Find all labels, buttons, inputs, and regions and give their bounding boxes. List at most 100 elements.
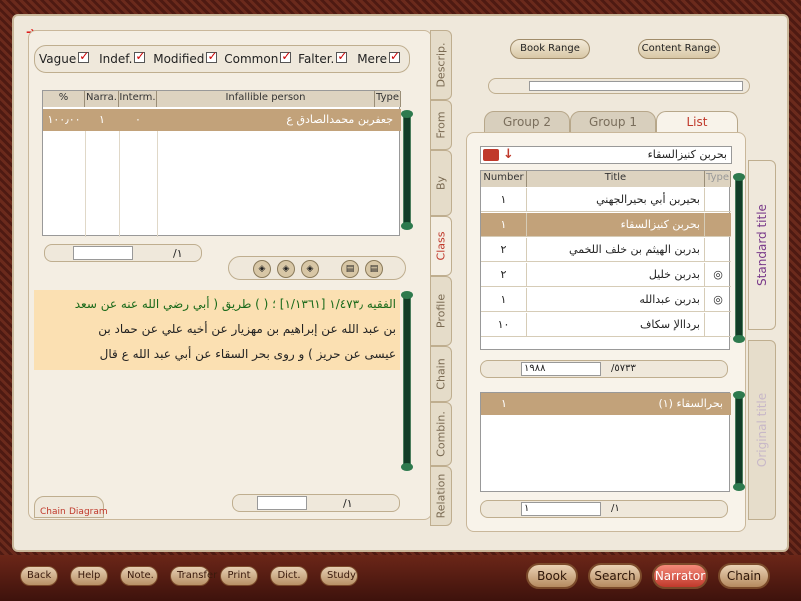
hadith-pager: /١: [232, 494, 400, 512]
title-row[interactable]: ١٠ برداالإ سكاف: [481, 313, 731, 337]
print-button[interactable]: Print: [220, 566, 258, 586]
col-header-title[interactable]: Title: [527, 171, 705, 187]
cell-number: ٢: [481, 238, 527, 262]
original-title: بحرالسقاء (١): [658, 397, 723, 410]
vtab-class[interactable]: Class: [430, 216, 452, 276]
vtab-combin[interactable]: Combin.: [430, 402, 452, 466]
checkbox[interactable]: [389, 49, 400, 63]
title-row[interactable]: ١ بحيربن أبي بحيرالجهني: [481, 188, 731, 212]
col-header-number[interactable]: Number: [481, 171, 527, 187]
tab-group-2[interactable]: Group 2: [484, 111, 570, 133]
tool-icon-3[interactable]: ◈: [301, 260, 319, 278]
title-row[interactable]: ١ بدربن عبدالله ◎: [481, 288, 731, 312]
tool-icon-1[interactable]: ◈: [253, 260, 271, 278]
checkbox[interactable]: [78, 49, 89, 63]
tab-standard-title[interactable]: Standard title: [748, 160, 776, 330]
col-header-type[interactable]: Type: [375, 91, 401, 107]
chain-diagram-tabs: Chain Diagram: [34, 496, 108, 518]
cell-number: ١: [481, 288, 527, 312]
filter-common[interactable]: Common: [224, 49, 291, 66]
checkbox[interactable]: [280, 49, 291, 63]
help-button[interactable]: Help: [70, 566, 108, 586]
col-header-interm[interactable]: Interm.: [119, 91, 157, 107]
cell-type-icon: ◎: [713, 268, 723, 281]
col-header-narra[interactable]: Narra.: [85, 91, 119, 107]
range-slider[interactable]: [488, 78, 750, 94]
chain-button[interactable]: Chain: [718, 563, 770, 589]
cell-number: ٢: [481, 263, 527, 287]
cell-title: برداالإ سكاف: [527, 313, 705, 337]
tab-list[interactable]: List: [656, 111, 738, 133]
hadith-scrollbar[interactable]: [401, 291, 413, 471]
vtab-profile[interactable]: Profile: [430, 276, 452, 346]
filter-modified[interactable]: Modified: [153, 49, 218, 66]
book-range-button[interactable]: Book Range: [510, 39, 590, 59]
cell-type-icon: [705, 238, 731, 262]
cell-number: ١: [481, 213, 527, 237]
filter-falter[interactable]: Falter.: [298, 49, 347, 66]
note-button[interactable]: Note.: [120, 566, 158, 586]
pager-current[interactable]: [73, 246, 133, 260]
filter-indef[interactable]: Indef.: [99, 49, 145, 66]
search-button[interactable]: Search: [588, 563, 642, 589]
checkbox[interactable]: [206, 49, 218, 63]
cell-title: بدربن عبدالله: [527, 288, 705, 312]
keyboard-icon[interactable]: [483, 149, 499, 161]
cell-title: بدربن خليل: [527, 263, 705, 287]
col-header-person[interactable]: Infallible person: [157, 91, 375, 107]
tool-icon-5[interactable]: ▤: [365, 260, 383, 278]
search-input[interactable]: بحربن كنيزالسقاء: [648, 148, 727, 161]
title-row[interactable]: ٢ بدربن الهيثم بن خلف اللخمي: [481, 238, 731, 262]
original-list-scrollbar[interactable]: [733, 391, 745, 491]
cell-narra: ١: [99, 113, 105, 126]
col-header-type[interactable]: Type: [705, 171, 731, 187]
vtab-descrip[interactable]: Descrip.: [430, 30, 452, 100]
person-table-scrollbar[interactable]: [401, 110, 413, 230]
cell-type-icon: [705, 313, 731, 337]
cell-person: جعفربن محمدالصادق ع: [286, 113, 393, 126]
title-row[interactable]: ٢ بدربن خليل ◎: [481, 263, 731, 287]
original-row[interactable]: ١ بحرالسقاء (١): [481, 393, 731, 415]
title-list: Number Title Type ١ بحيربن أبي بحيرالجهني…: [480, 170, 731, 350]
cell-number: ١: [481, 188, 527, 212]
original-pager-current[interactable]: ١: [521, 502, 601, 516]
filter-bar: Vague Indef. Modified Common Falter. Mer…: [34, 45, 410, 73]
filter-mere[interactable]: Mere: [357, 49, 400, 66]
tab-chain[interactable]: Chain: [40, 507, 66, 517]
hadith-line-2: بن عبد الله عن إبراهيم بن مهزيار عن أخيه…: [98, 322, 396, 336]
cell-number: ١٠: [481, 313, 527, 337]
cell-title: بحربن كنيزالسقاء: [527, 213, 705, 237]
vtab-from[interactable]: From: [430, 100, 452, 150]
tool-icon-2[interactable]: ◈: [277, 260, 295, 278]
title-list-scrollbar[interactable]: [733, 173, 745, 343]
content-range-button[interactable]: Content Range: [638, 39, 720, 59]
cell-type-icon: [705, 188, 731, 212]
title-row[interactable]: ١ بحربن كنيزالسقاء: [481, 213, 731, 237]
narrator-button[interactable]: Narrator: [652, 563, 708, 589]
tab-group-1[interactable]: Group 1: [570, 111, 656, 133]
vtab-relation[interactable]: Relation: [430, 466, 452, 526]
checkbox[interactable]: [336, 49, 347, 63]
title-pager-current[interactable]: ١٩٨٨: [521, 362, 601, 376]
book-button[interactable]: Book: [526, 563, 578, 589]
sort-down-icon[interactable]: ↓: [503, 147, 514, 162]
tab-diagram[interactable]: Diagram: [69, 507, 108, 517]
transfer-button[interactable]: Transfer: [170, 566, 217, 586]
filter-vague[interactable]: Vague: [39, 49, 89, 66]
cell-interm: ٠: [135, 113, 141, 126]
vtab-chain[interactable]: Chain: [430, 346, 452, 402]
tab-original-title[interactable]: Original title: [748, 340, 776, 520]
dict-button[interactable]: Dict.: [270, 566, 308, 586]
hadith-toolbar: ◈ ◈ ◈ ▤ ▤: [228, 256, 406, 280]
cell-title: بحيربن أبي بحيرالجهني: [527, 188, 705, 212]
hadith-pager-current[interactable]: [257, 496, 307, 510]
person-pager: /١: [44, 244, 202, 262]
study-button[interactable]: Study: [320, 566, 358, 586]
checkbox[interactable]: [134, 49, 145, 63]
col-header-pct[interactable]: %: [43, 91, 85, 107]
back-button[interactable]: Back: [20, 566, 58, 586]
table-row[interactable]: ١٠٠٫٠٠ ١ ٠ جعفربن محمدالصادق ع: [43, 109, 401, 131]
tool-icon-4[interactable]: ▤: [341, 260, 359, 278]
hadith-pager-total: /١: [343, 497, 353, 510]
vtab-by[interactable]: By: [430, 150, 452, 216]
